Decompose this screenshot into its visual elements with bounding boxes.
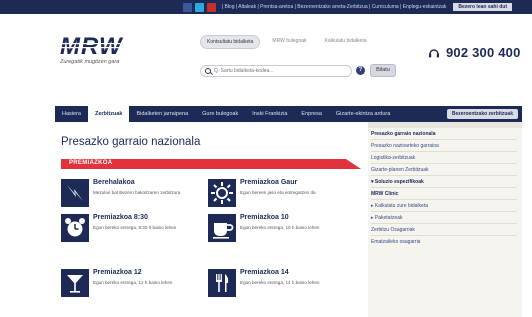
lightning-icon: [61, 179, 89, 207]
service-description: Egun bereen jaso eta entregatzen da: [240, 190, 316, 195]
sidebar-divider: [371, 175, 517, 176]
search-box: [200, 65, 352, 77]
tab-track-shipment[interactable]: Kontsultatu bidalketa: [200, 35, 261, 49]
service-description: Egun bereko entrega, 10 h baino lehen: [240, 225, 320, 230]
page-title: Presazko garraio nazionala: [61, 136, 201, 148]
phone-number[interactable]: 902 300 400: [446, 45, 521, 60]
nav-offices[interactable]: Gure bulegoak: [195, 106, 245, 122]
phone-contact: 902 300 400: [428, 45, 521, 60]
sidebar-item-packaging[interactable]: ▸ Paketatzeak: [371, 215, 402, 221]
svg-text:MRW: MRW: [60, 35, 124, 57]
search-button[interactable]: Bilatu: [370, 64, 396, 77]
search-input[interactable]: [214, 68, 334, 74]
service-premiazkoa-14[interactable]: Premiazkoa 14 Egun bereko entrega, 14 h …: [208, 269, 353, 309]
sidebar-divider: [371, 199, 517, 200]
facebook-icon[interactable]: [182, 2, 192, 12]
service-title[interactable]: Premiazkoa 8:30: [93, 214, 148, 221]
service-title[interactable]: Premiazkoa Gaur: [240, 179, 297, 186]
sidebar-item-logistics[interactable]: Logistika-zerbitzuak: [371, 155, 415, 161]
coffee-cup-icon: [208, 214, 236, 242]
help-icon[interactable]: ?: [356, 66, 365, 75]
sun-icon: [208, 179, 236, 207]
customer-services-button[interactable]: Bezeroentzako zerbitzuak: [446, 109, 518, 119]
service-title[interactable]: Premiazkoa 12: [93, 269, 142, 276]
sidebar-item-extra-services[interactable]: Zerbitzu Osagarriak: [371, 227, 415, 233]
nav-home[interactable]: Hasiera: [55, 106, 88, 122]
tab-offices[interactable]: MRW bulegoak: [266, 35, 312, 49]
section-label: PREMIAZKOA: [69, 160, 113, 166]
nav-company[interactable]: Enpresa: [294, 106, 329, 122]
utility-links[interactable]: | Blog | Altaleak | Prentsa-aretoa | Bez…: [222, 4, 447, 10]
sidebar-item-social-plans[interactable]: Gizarte-planen Zerbitzuak: [371, 167, 429, 173]
nav-franchise[interactable]: Inski Frankizia: [245, 106, 294, 122]
sidebar: Presazko garraio nazionala Presazko nazi…: [368, 122, 522, 317]
service-description: Egun bereko entrega, 12 h baino lehen: [93, 280, 173, 285]
tab-calculate[interactable]: Kalkulatu bidalketa: [319, 35, 373, 49]
login-button[interactable]: Bezero lean sahi dut: [453, 3, 512, 11]
service-title[interactable]: Premiazkoa 10: [240, 214, 289, 221]
alarm-clock-icon: [61, 214, 89, 242]
headset-icon: [429, 48, 439, 57]
service-premiazkoa-830[interactable]: Premiazkoa 8:30 Egun bereko entrega, 8:3…: [61, 214, 206, 254]
twitter-icon[interactable]: [194, 2, 204, 12]
youtube-icon[interactable]: [206, 2, 216, 12]
nav-social-responsibility[interactable]: Gizarte-ekintza ardura: [329, 106, 397, 122]
service-premiazkoa-10[interactable]: Premiazkoa 10 Egun bereko entrega, 10 h …: [208, 214, 353, 254]
utility-bar: | Blog | Altaleak | Prentsa-aretoa | Bez…: [0, 0, 532, 14]
sidebar-item-specific-solutions[interactable]: ▾ Soluzio espezifikoak: [371, 179, 424, 185]
nav-services[interactable]: Zerbitzuak: [87, 106, 130, 122]
nav-tracking[interactable]: Bidalketen jarraipena: [129, 106, 195, 122]
sidebar-top-strip: [368, 122, 522, 128]
main-content: Presazko garraio nazionala PREMIAZKOA Be…: [55, 122, 368, 317]
sidebar-divider: [371, 223, 517, 224]
sidebar-item-calculate[interactable]: ▸ Kalkulatu zure bidalketa: [371, 203, 428, 209]
sidebar-item-sender-extras[interactable]: Ematzaileko osagarria: [371, 239, 420, 245]
sidebar-divider: [371, 211, 517, 212]
cutlery-icon: [208, 269, 236, 297]
service-premiazkoa-gaur[interactable]: Premiazkoa Gaur Egun bereen jaso eta ent…: [208, 179, 353, 219]
sidebar-divider: [371, 151, 517, 152]
slogan: Zuregatik mugitzen gara: [60, 59, 120, 65]
service-title[interactable]: Berehalakoa: [93, 179, 135, 186]
sidebar-item-mrw-clinic[interactable]: MRW Clinic: [371, 191, 398, 197]
service-description: Egun bereko entrega, 14 h baino lehen: [240, 280, 320, 285]
sidebar-divider: [371, 187, 517, 188]
search-tabs: Kontsultatu bidalketa MRW bulegoak Kalku…: [200, 35, 373, 49]
sidebar-item-international[interactable]: Presazko nazioarteko garraioa: [371, 143, 439, 149]
service-premiazkoa-12[interactable]: Premiazkoa 12 Egun bereko entrega, 12 h …: [61, 269, 206, 309]
mrw-logo[interactable]: MRW: [60, 35, 158, 57]
service-berehalakoa[interactable]: Berehalakoa Mezulari bat Bezero bakoitza…: [61, 179, 206, 219]
service-description: Egun bereko entrega, 8:30 h baino lehen: [93, 225, 177, 230]
sidebar-divider: [371, 235, 517, 236]
sidebar-divider: [371, 139, 517, 140]
site-header: MRW Zuregatik mugitzen gara Kontsultatu …: [0, 14, 532, 77]
search-icon: [205, 68, 211, 74]
cocktail-glass-icon: [61, 269, 89, 297]
main-nav: Hasiera Zerbitzuak Bidalketen jarraipena…: [55, 106, 522, 122]
sidebar-item-national[interactable]: Presazko garraio nazionala: [371, 131, 435, 137]
service-title[interactable]: Premiazkoa 14: [240, 269, 289, 276]
service-description: Mezulari bat Bezero bakoitzaren zerbitzu…: [93, 190, 181, 195]
sidebar-divider: [371, 163, 517, 164]
